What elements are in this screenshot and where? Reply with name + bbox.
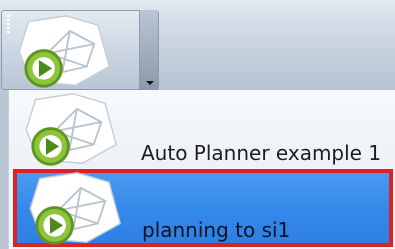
play-planner-icon <box>8 14 128 89</box>
dropdown-menu: Auto Planner example 1 planning to si1 <box>8 90 395 249</box>
menu-item-label: planning to si1 <box>142 218 291 242</box>
menu-item-planning-to-si1[interactable]: planning to si1 <box>13 169 393 247</box>
menu-item-auto-planner-example[interactable]: Auto Planner example 1 <box>9 90 395 168</box>
play-planner-icon <box>15 92 135 167</box>
planner-split-button[interactable] <box>1 10 159 90</box>
menu-item-label: Auto Planner example 1 <box>141 141 382 165</box>
play-planner-icon <box>19 171 139 246</box>
dropdown-arrow-button[interactable] <box>139 10 158 90</box>
chevron-down-icon <box>146 81 154 85</box>
toolbar <box>0 0 395 90</box>
